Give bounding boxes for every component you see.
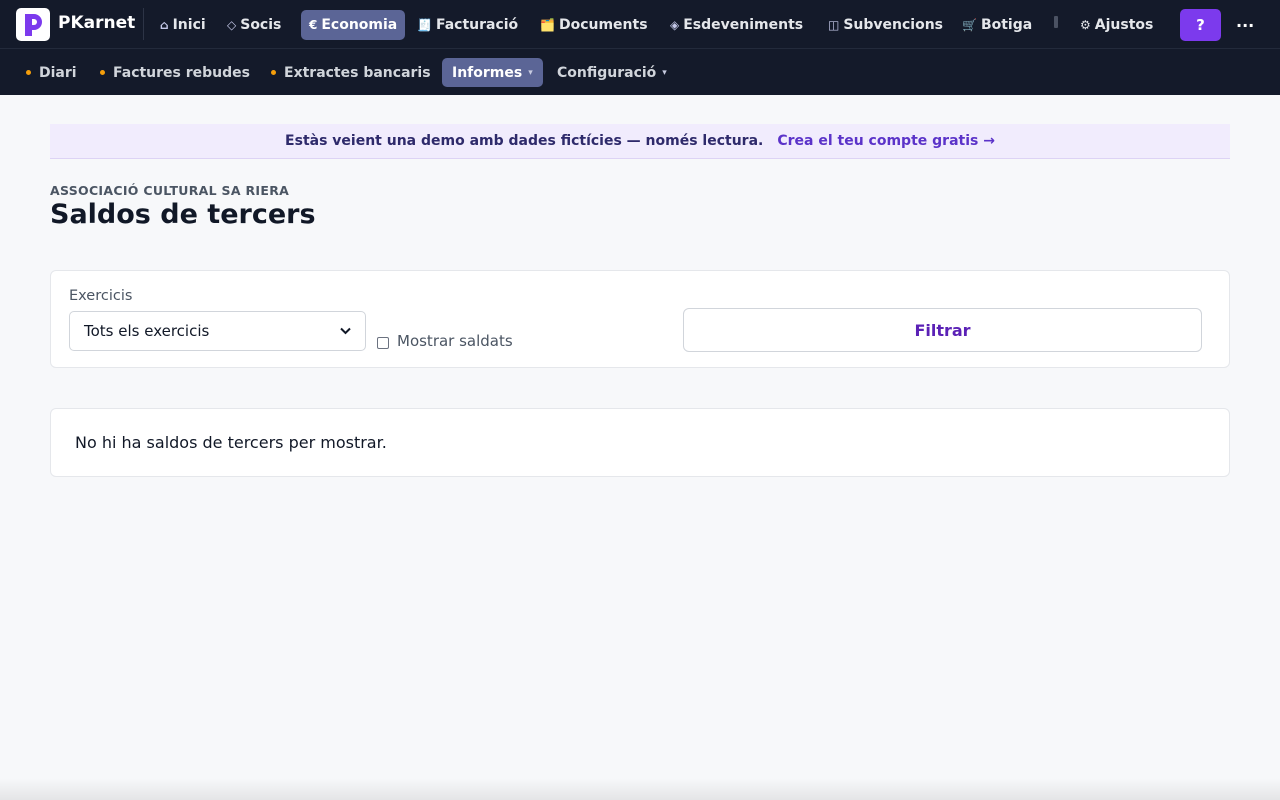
nav-item-socis[interactable]: ◇ Socis <box>219 10 289 40</box>
fiscal-year-label: Exercicis <box>69 288 133 304</box>
status-dot <box>26 70 31 75</box>
gear-icon: ⚙ <box>1080 18 1091 32</box>
top-navbar: PKarnet ⌂ Inici ◇ Socis € Economia 🧾 Fac… <box>0 0 1280 48</box>
cart-icon: 🛒 <box>962 18 977 32</box>
hidden-nav-item[interactable] <box>1054 16 1058 28</box>
page-title: Saldos de tercers <box>50 199 316 230</box>
nav-label: Economia <box>321 17 398 33</box>
status-dot <box>271 70 276 75</box>
pkarnet-logo-icon <box>25 13 42 36</box>
create-account-link[interactable]: Crea el teu compte gratis → <box>777 133 995 149</box>
subnav-item-configuracio[interactable]: Configuració ▾ <box>547 58 677 87</box>
subnav-label: Informes <box>452 64 523 81</box>
nav-label: Inici <box>172 17 206 33</box>
subnav-item-extractes-bancaris[interactable]: Extractes bancaris <box>261 58 441 87</box>
bottom-edge-shadow <box>0 778 1280 800</box>
empty-state-message: No hi ha saldos de tercers per mostrar. <box>75 433 387 452</box>
nav-label: Ajustos <box>1094 17 1154 33</box>
folder-icon: 🗂️ <box>540 18 555 32</box>
nav-item-subvencions[interactable]: ◫ Subvencions <box>820 10 951 40</box>
subnav-label: Diari <box>39 64 77 81</box>
nav-item-esdeveniments[interactable]: ◈ Esdeveniments <box>662 10 811 40</box>
grant-icon: ◫ <box>828 18 840 32</box>
show-settled-checkbox[interactable] <box>377 337 389 349</box>
subnav-label: Extractes bancaris <box>284 64 431 81</box>
nav-label: Facturació <box>435 17 519 33</box>
subnav-item-diari[interactable]: Diari <box>16 58 87 87</box>
nav-item-documents[interactable]: 🗂️ Documents <box>532 10 656 40</box>
nav-item-economia[interactable]: € Economia <box>301 10 406 40</box>
nav-item-facturacio[interactable]: 🧾 Facturació <box>409 10 526 40</box>
euro-icon: € <box>309 18 318 32</box>
nav-label: Socis <box>240 17 282 33</box>
subnav-item-informes[interactable]: Informes ▾ <box>442 58 543 87</box>
app-logo[interactable] <box>16 8 50 41</box>
chevron-down-icon <box>340 327 351 335</box>
help-button[interactable]: ? <box>1180 9 1221 41</box>
fiscal-year-value: Tots els exercicis <box>84 322 210 340</box>
nav-item-botiga[interactable]: 🛒 Botiga <box>954 10 1040 40</box>
nav-item-ajustos[interactable]: ⚙ Ajustos <box>1072 10 1161 40</box>
chevron-down-icon: ▾ <box>662 67 667 78</box>
fiscal-year-select[interactable]: Tots els exercicis <box>69 311 366 351</box>
divider <box>143 8 144 40</box>
filter-button[interactable]: Filtrar <box>683 308 1202 352</box>
filter-panel: Exercicis Tots els exercicis Mostrar sal… <box>50 270 1230 368</box>
demo-banner: Estàs veient una demo amb dades fictície… <box>50 124 1230 159</box>
demo-banner-message: Estàs veient una demo amb dades fictície… <box>285 133 764 149</box>
nav-label: Subvencions <box>843 17 944 33</box>
nav-label: Documents <box>558 17 648 33</box>
status-dot <box>100 70 105 75</box>
chevron-down-icon: ▾ <box>528 67 533 78</box>
show-settled-label[interactable]: Mostrar saldats <box>397 332 513 350</box>
app-name[interactable]: PKarnet <box>58 13 135 33</box>
subnav-label: Factures rebudes <box>113 64 250 81</box>
subnav-label: Configuració <box>557 64 657 81</box>
diamond-icon: ◇ <box>227 18 237 32</box>
nav-item-inici[interactable]: ⌂ Inici <box>152 10 214 40</box>
subnav-item-factures-rebudes[interactable]: Factures rebudes <box>90 58 260 87</box>
receipt-icon: 🧾 <box>417 18 432 32</box>
results-panel: No hi ha saldos de tercers per mostrar. <box>50 408 1230 477</box>
sub-navbar: Diari Factures rebudes Extractes bancari… <box>0 48 1280 95</box>
home-icon: ⌂ <box>160 18 169 32</box>
nav-label: Botiga <box>980 17 1033 33</box>
organization-name: ASSOCIACIÓ CULTURAL SA RIERA <box>50 183 290 198</box>
event-icon: ◈ <box>670 18 680 32</box>
more-menu-button[interactable]: ... <box>1236 12 1254 31</box>
nav-label: Esdeveniments <box>683 17 804 33</box>
